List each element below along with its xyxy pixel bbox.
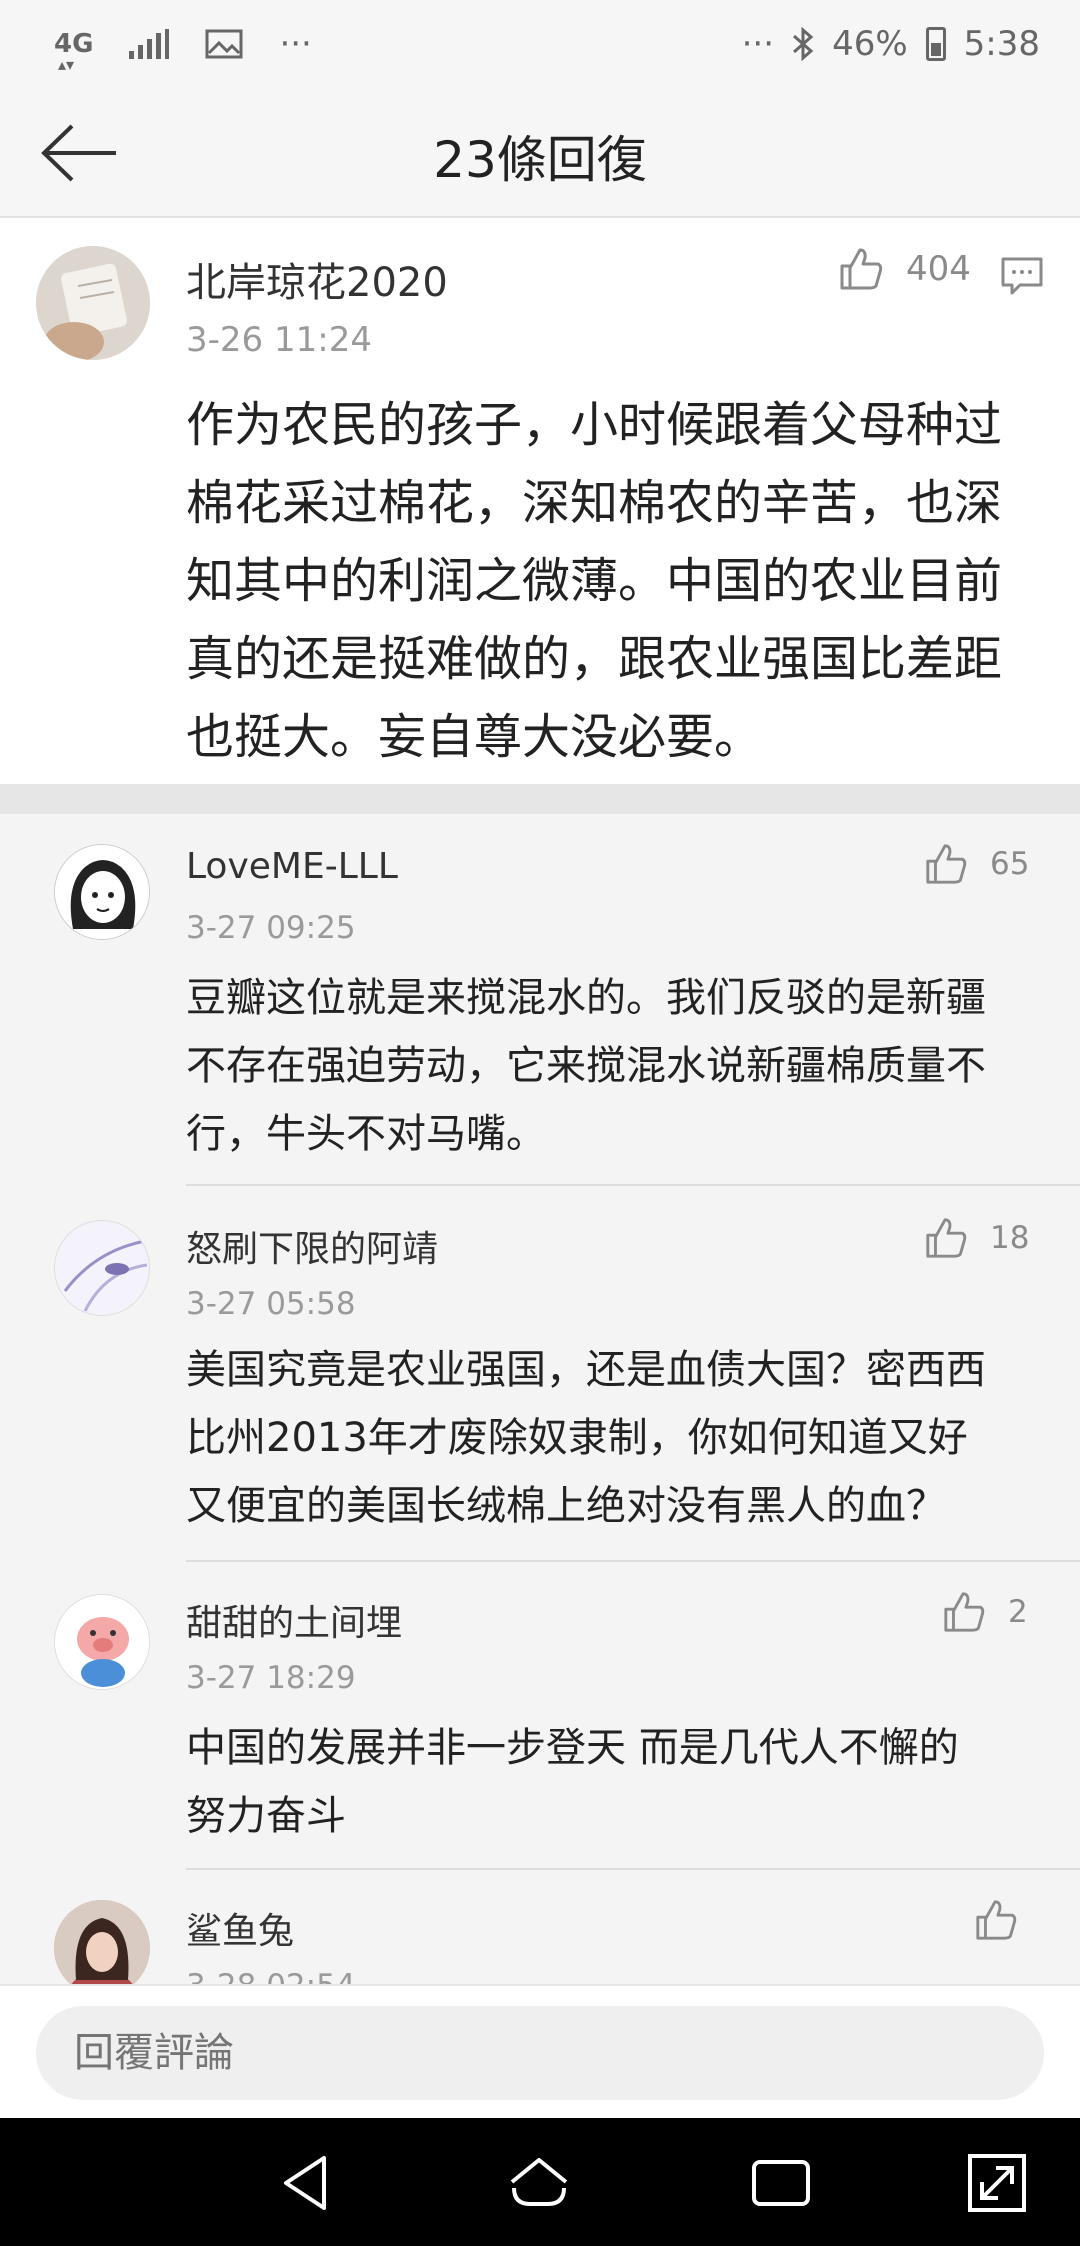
reply-line: 豆瓣这位就是来搅混水的。我们反驳的是新疆 xyxy=(186,975,986,1021)
username[interactable]: 北岸琼花2020 xyxy=(186,250,448,308)
comment-line: 知其中的利润之微薄。中国的农业目前 xyxy=(186,553,1003,609)
back-triangle-icon[interactable] xyxy=(272,2148,342,2218)
thumbs-up-icon xyxy=(840,248,883,290)
replies-list: LoveME-LLL 3-27 09:25 65 豆瓣这位就是来搅混水的。我们反… xyxy=(0,814,1080,1984)
network-4g-icon: 4G ▴▾ xyxy=(54,29,94,74)
clock: 5:38 xyxy=(963,24,1040,64)
reply-text: 中国的发展并非一步登天 而是几代人不懈的 努力奋斗 xyxy=(186,1714,1066,1850)
page-title: 23條回復 xyxy=(433,131,647,189)
reply-line: 行，牛头不对马嘴。 xyxy=(186,1111,546,1157)
reply-line: 中国的发展并非一步登天 而是几代人不懈的 xyxy=(186,1725,959,1771)
comment-line: 棉花采过棉花，深知棉农的辛苦，也深 xyxy=(186,475,1003,531)
like-count: 2 xyxy=(1008,1594,1028,1630)
like-button[interactable]: 65 xyxy=(924,842,1029,886)
comment-text: 作为农民的孩子，小时候跟着父母种过 棉花采过棉花，深知棉农的辛苦，也深 知其中的… xyxy=(186,386,1046,776)
section-divider xyxy=(0,784,1080,814)
username[interactable]: 怒刷下限的阿靖 xyxy=(186,1220,438,1272)
reply-text: 豆瓣这位就是来搅混水的。我们反驳的是新疆 不存在强迫劳动，它来搅混水说新疆棉质量… xyxy=(186,964,1066,1168)
timestamp: 3-27 09:25 xyxy=(186,910,356,946)
like-count: 18 xyxy=(990,1220,1030,1256)
status-bar: 4G ▴▾ ··· ··· 46% 5:38 xyxy=(0,0,1080,90)
bluetooth-icon xyxy=(793,27,814,61)
avatar[interactable] xyxy=(54,844,150,940)
username[interactable]: LoveME-LLL xyxy=(186,846,398,887)
reply-text: 美国究竟是农业强国，还是血债大国？密西西 比州2013年才废除奴隶制，你如何知道… xyxy=(186,1336,1066,1540)
comment-line: 真的还是挺难做的，跟农业强国比差距 xyxy=(186,631,1003,687)
comment-line: 也挺大。妄自尊大没必要。 xyxy=(186,709,763,765)
avatar[interactable] xyxy=(54,1900,150,1984)
system-nav-bar xyxy=(0,2118,1080,2246)
timestamp: 3-28 02:54 xyxy=(186,1968,356,1984)
thumbs-up-icon xyxy=(976,1900,1017,1940)
reply-item: 怒刷下限的阿靖 3-27 05:58 18 美国究竟是农业强国，还是血债大国？密… xyxy=(0,1186,1080,1562)
like-count: 65 xyxy=(990,846,1030,882)
username[interactable]: 甜甜的土间埋 xyxy=(186,1594,402,1646)
battery-icon xyxy=(925,27,946,61)
like-button[interactable]: 2 xyxy=(942,1590,1028,1634)
reply-input[interactable] xyxy=(36,2006,1044,2100)
reply-line: 努力奋斗 xyxy=(186,1793,346,1839)
timestamp: 3-27 18:29 xyxy=(186,1660,356,1696)
username[interactable]: 鲨鱼兔 xyxy=(186,1902,294,1954)
reply-item: 鲨鱼兔 3-28 02:54 xyxy=(0,1870,1080,1984)
more-dots-icon: ··· xyxy=(741,24,775,64)
reply-item: 甜甜的土间埋 3-27 18:29 2 中国的发展并非一步登天 而是几代人不懈的… xyxy=(0,1562,1080,1870)
like-count: 404 xyxy=(906,249,971,289)
avatar[interactable] xyxy=(36,246,150,360)
signal-icon xyxy=(129,29,170,59)
thumbs-up-icon xyxy=(944,1592,985,1632)
reply-bar xyxy=(0,1984,1080,2118)
reply-line: 不存在强迫劳动，它来搅混水说新疆棉质量不 xyxy=(186,1043,986,1089)
comment-line: 作为农民的孩子，小时候跟着父母种过 xyxy=(186,397,1003,453)
more-dots-icon: ··· xyxy=(279,24,312,64)
header-bar: 23條回復 xyxy=(0,90,1080,218)
like-button[interactable] xyxy=(974,1898,1018,1942)
avatar[interactable] xyxy=(54,1220,150,1316)
gallery-icon xyxy=(205,29,243,59)
home-icon[interactable] xyxy=(504,2148,574,2218)
thumbs-up-icon xyxy=(926,1218,967,1258)
like-button[interactable]: 18 xyxy=(924,1216,1029,1260)
main-comment: 北岸琼花2020 3-26 11:24 404 作为农民的孩子，小时候跟着父母种… xyxy=(0,218,1080,784)
avatar[interactable] xyxy=(54,1594,150,1690)
like-button[interactable]: 404 xyxy=(838,246,971,292)
recent-apps-icon[interactable] xyxy=(746,2148,816,2218)
expand-screen-icon[interactable] xyxy=(962,2148,1032,2218)
timestamp: 3-26 11:24 xyxy=(186,320,372,360)
battery-percent: 46% xyxy=(832,24,908,64)
reply-line: 美国究竟是农业强国，还是血债大国？密西西 xyxy=(186,1347,986,1393)
reply-line: 比州2013年才废除奴隶制，你如何知道又好 xyxy=(186,1415,968,1461)
reply-item: LoveME-LLL 3-27 09:25 65 豆瓣这位就是来搅混水的。我们反… xyxy=(0,814,1080,1186)
comment-bubble-icon[interactable] xyxy=(1000,256,1044,296)
reply-line: 又便宜的美国长绒棉上绝对没有黑人的血？ xyxy=(186,1483,946,1529)
timestamp: 3-27 05:58 xyxy=(186,1286,356,1322)
thumbs-up-icon xyxy=(926,844,967,884)
